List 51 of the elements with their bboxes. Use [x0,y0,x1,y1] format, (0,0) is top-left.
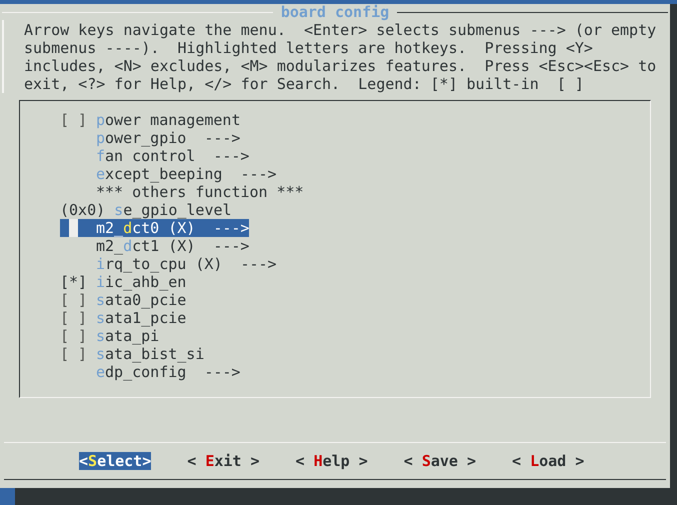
cursor-block [69,219,78,237]
menu-item[interactable]: [ ] sata_pi [60,327,160,345]
menu-item-label: sata_pi [96,327,160,345]
menu-item[interactable]: [ ] sata0_pcie [60,291,186,309]
menu-item[interactable]: [*] iic_ahb_en [60,273,186,291]
menu-item[interactable]: except_beeping ---> [60,165,277,183]
menu-item[interactable]: i rq_to_cpu (X) ---> [60,255,277,273]
submenu-arrow: ---> [204,129,240,147]
submenu-arrow: ---> [213,147,250,165]
menu-item-label: power_gpio [96,129,186,147]
taskbar-block [0,488,15,505]
menu-item[interactable]: m2_dct1 (X) ---> [60,237,250,255]
dialog-button[interactable]: < Exit > [187,452,260,470]
submenu-arrow: ---> [213,237,250,255]
checkbox[interactable]: [ ] [60,291,88,309]
menu-item-label: fan control [96,147,196,165]
submenu-arrow: ---> [213,219,250,237]
menu-item-label: i rq_to_cpu (X) [96,255,222,273]
checkbox[interactable]: [ ] [60,327,88,345]
menu-item-label: se_gpio_level [114,201,232,219]
menu-item-label: sata0_pcie [96,291,186,309]
checkbox[interactable]: [ ] [60,345,88,363]
checkbox[interactable]: [ ] [60,309,88,327]
help-text: Arrow keys navigate the menu. <Enter> selects submenus ---> (or empty submenus ----). Highlighted letters are hotkeys. Pressing <Y> includes, <N> excludes, <M> modularizes features. Press <Esc><Esc> to exit, <?> for Help, </> for Search. Legend: [*] built-in [ ] [23,20,656,93]
dialog-title: board config [280,3,390,21]
menu-item[interactable]: [ ] sata1_pcie [60,309,186,327]
menu-item[interactable]: (0x0) se_gpio_level [60,201,232,219]
dialog-button[interactable]: < Load > [512,452,584,470]
menu-item-label: sata1_pcie [96,309,186,327]
menu-item-label: iic_ahb_en [96,273,186,291]
menu-item[interactable]: m2_dct0 (X) ---> [60,219,250,237]
submenu-arrow: ---> [204,363,240,381]
menu-item-label: sata_bist_si [96,345,204,363]
menu-item-label: except_beeping [96,165,222,183]
menu-item-label: edp_config [96,363,186,381]
submenu-arrow: ---> [240,165,277,183]
menu-item-label: m2_dct0 (X) [96,219,196,237]
dialog-button[interactable]: < Help > [296,452,368,470]
menu-item-label: power management [96,111,240,129]
menu-item-label: m2_dct1 (X) [96,237,196,255]
dialog-button[interactable]: <Select> [79,452,152,470]
menu-item[interactable]: power_gpio ---> [60,129,240,147]
checkbox[interactable]: [ ] [60,111,88,129]
menu-item[interactable]: fan control ---> [60,147,250,165]
dialog-button[interactable]: < Save > [404,452,476,470]
submenu-arrow: ---> [240,255,277,273]
value-field[interactable]: (0x0) [60,201,106,219]
checkbox[interactable]: [*] [60,273,88,291]
menu-item[interactable]: [ ] sata_bist_si [60,345,204,363]
menu-item[interactable]: [ ] power management [60,111,240,129]
menu-item[interactable]: edp_config ---> [60,363,240,381]
